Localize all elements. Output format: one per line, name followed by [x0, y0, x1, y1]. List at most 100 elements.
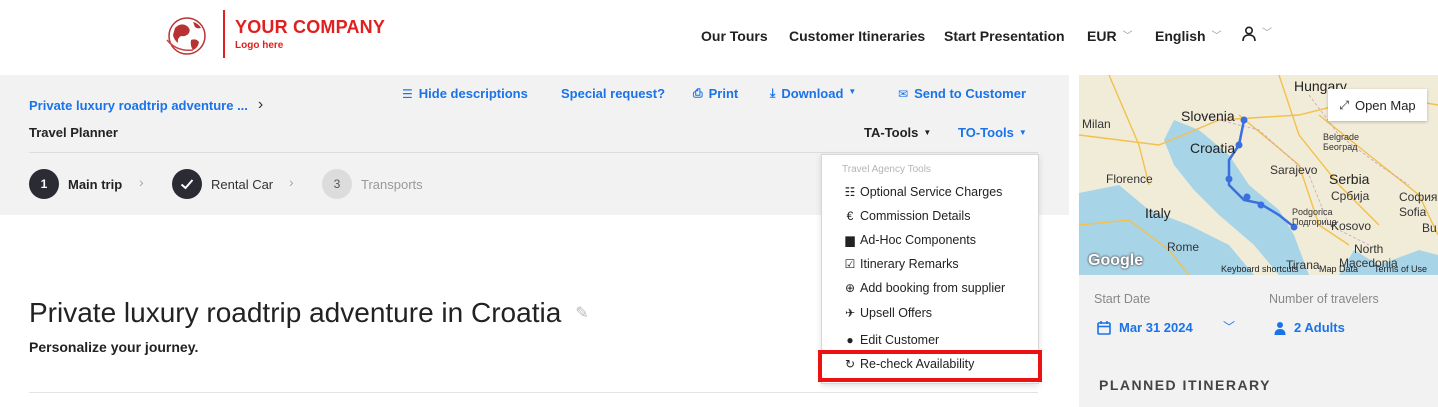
- step-number: 3: [322, 169, 352, 199]
- menu-item-ad-hoc-components[interactable]: ▆ Ad-Hoc Components: [842, 233, 976, 247]
- caret-down-icon: ▼: [848, 87, 857, 96]
- send-icon: ✉: [898, 86, 909, 101]
- download-button[interactable]: ⤓ Download ▼: [770, 86, 856, 101]
- edit-icon: ☑: [844, 257, 856, 271]
- pencil-icon[interactable]: ✎: [575, 303, 588, 323]
- map-label: Serbia: [1329, 171, 1370, 187]
- user-menu[interactable]: ﹀: [1242, 25, 1272, 42]
- menu-item-label: Ad-Hoc Components: [860, 233, 977, 247]
- menu-item-label: Edit Customer: [860, 333, 940, 347]
- nav-start-presentation[interactable]: Start Presentation: [944, 28, 1065, 44]
- map-data-link[interactable]: Map Data: [1319, 264, 1358, 274]
- open-map-label: Open Map: [1354, 97, 1416, 113]
- menu-item-optional-service-charges[interactable]: ☷ Optional Service Charges: [842, 185, 1003, 199]
- menu-item-label: Re-check Availability: [860, 357, 975, 371]
- download-icon: ⤓: [770, 86, 776, 100]
- page-title-travel-planner: Travel Planner: [29, 125, 118, 140]
- map-label: Kosovo: [1331, 219, 1372, 233]
- language-selector[interactable]: English ﹀: [1155, 28, 1222, 44]
- terms-link[interactable]: Terms of Use: [1374, 264, 1427, 274]
- hide-descriptions-label: Hide descriptions: [418, 86, 528, 101]
- step-label: Rental Car: [211, 176, 274, 192]
- map-label: София: [1399, 190, 1438, 204]
- map-label: Sarajevo: [1270, 163, 1318, 177]
- globe-icon: [166, 17, 206, 55]
- step-rental-car[interactable]: Rental Car: [172, 169, 273, 199]
- breadcrumb-trip-link[interactable]: Private luxury roadtrip adventure ...: [29, 98, 248, 113]
- chevron-down-icon[interactable]: ﹀: [1223, 318, 1235, 335]
- travelers-selector[interactable]: 2 Adults: [1274, 320, 1345, 335]
- header: YOUR COMPANY Logo here Our Tours Custome…: [0, 0, 1438, 75]
- currency-selector[interactable]: EUR ﹀: [1087, 28, 1133, 44]
- open-map-button[interactable]: ⤢ Open Map: [1328, 89, 1427, 121]
- step-number: 1: [29, 169, 59, 199]
- menu-item-label: Add booking from supplier: [860, 281, 1006, 295]
- chevron-right-icon: ›: [257, 96, 264, 113]
- menu-item-upsell-offers[interactable]: ✈ Upsell Offers: [842, 306, 932, 320]
- printer-icon: ⎙: [693, 86, 703, 100]
- map-label: Milan: [1082, 117, 1111, 131]
- menu-item-label: Itinerary Remarks: [860, 257, 959, 271]
- logo-subtitle: Logo here: [235, 40, 284, 51]
- nav-our-tours[interactable]: Our Tours: [701, 28, 768, 44]
- nav-customer-itineraries[interactable]: Customer Itineraries: [789, 28, 925, 44]
- map-label: Sofia: [1399, 205, 1427, 219]
- send-to-customer-button[interactable]: ✉ Send to Customer: [898, 86, 1026, 101]
- map-label: Florence: [1106, 172, 1153, 186]
- map-label: Belgrade: [1323, 132, 1360, 142]
- breadcrumb: Private luxury roadtrip adventure ... ›: [29, 96, 263, 114]
- map-label: Croatia: [1190, 140, 1236, 156]
- calendar-icon: [1097, 321, 1111, 335]
- menu-item-re-check-availability[interactable]: ↻ Re-check Availability: [842, 357, 974, 371]
- company-logo[interactable]: YOUR COMPANY Logo here: [163, 10, 385, 58]
- caret-down-icon: ▼: [1018, 128, 1027, 137]
- language-label: English: [1155, 28, 1206, 44]
- user-icon: ●: [846, 333, 854, 347]
- step-label: Transports: [361, 176, 423, 192]
- logo-name: YOUR COMPANY: [235, 17, 386, 37]
- to-tools-button[interactable]: TO-Tools ▼: [958, 125, 1027, 140]
- step-transports[interactable]: 3 Transports: [322, 169, 423, 199]
- chevron-down-icon: ﹀: [1262, 28, 1272, 39]
- map-label: North: [1354, 242, 1384, 256]
- print-label: Print: [708, 86, 739, 101]
- menu-item-edit-customer[interactable]: ● Edit Customer: [842, 333, 939, 347]
- menu-item-itinerary-remarks[interactable]: ☑ Itinerary Remarks: [842, 257, 959, 271]
- user-icon: [1242, 26, 1256, 42]
- list-icon: ☷: [844, 185, 856, 199]
- start-date-picker[interactable]: Mar 31 2024: [1097, 320, 1193, 335]
- chevron-right-icon: ›: [289, 174, 294, 190]
- divider: [29, 392, 1038, 393]
- keyboard-shortcuts-link[interactable]: Keyboard shortcuts: [1221, 264, 1299, 274]
- ta-tools-button[interactable]: TA-Tools ▼: [864, 125, 931, 140]
- planned-itinerary-heading: PLANNED ITINERARY: [1099, 377, 1271, 393]
- menu-item-label: Optional Service Charges: [860, 185, 1003, 199]
- logo-divider: [223, 10, 225, 58]
- special-request-button[interactable]: Special request?: [561, 86, 665, 101]
- currency-label: EUR: [1087, 28, 1117, 44]
- expand-icon: ⤢: [1339, 97, 1349, 112]
- map-label: Rome: [1167, 240, 1200, 254]
- print-button[interactable]: ⎙ Print: [693, 86, 738, 101]
- to-tools-label: TO-Tools: [958, 125, 1014, 140]
- menu-item-add-booking-from-supplier[interactable]: ⊕ Add booking from supplier: [842, 281, 1005, 295]
- map-label: Bu: [1422, 221, 1437, 235]
- text-lines-icon: ☰: [402, 86, 413, 101]
- chevron-right-icon: ›: [139, 174, 144, 190]
- to-tools-dropdown: Travel Agency Tools ☷ Optional Service Ch…: [821, 154, 1039, 384]
- chevron-down-icon: ﹀: [1122, 31, 1133, 42]
- map-label: Podgorica: [1292, 207, 1333, 217]
- dropdown-header: Travel Agency Tools: [842, 164, 931, 175]
- map-label: Slovenia: [1181, 108, 1235, 124]
- hide-descriptions-button[interactable]: ☰ Hide descriptions: [402, 86, 528, 101]
- menu-item-commission-details[interactable]: € Commission Details: [842, 209, 971, 223]
- start-date-label: Start Date: [1094, 292, 1151, 306]
- step-main-trip[interactable]: 1 Main trip: [29, 169, 122, 199]
- download-label: Download: [781, 86, 844, 101]
- person-icon: [1274, 321, 1286, 335]
- map-label: Београд: [1323, 142, 1358, 152]
- trip-title-row: Private luxury roadtrip adventure in Cro…: [29, 297, 589, 329]
- map-label: Србија: [1331, 189, 1370, 203]
- ta-tools-label: TA-Tools: [864, 125, 919, 140]
- send-to-customer-label: Send to Customer: [914, 86, 1027, 101]
